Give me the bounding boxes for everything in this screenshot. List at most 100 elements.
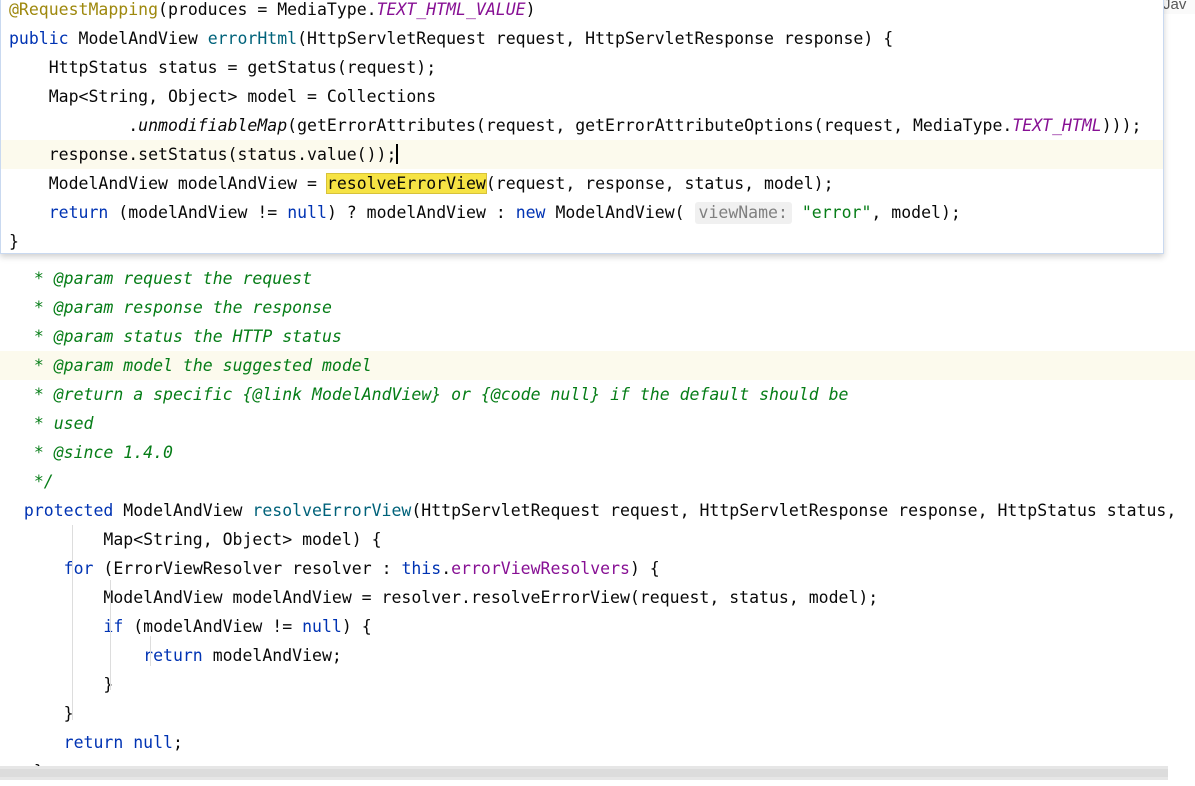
code-token: * <box>14 269 54 288</box>
code-text: .unmodifiableMap(getErrorAttributes(requ… <box>9 111 1141 140</box>
editor-line: * @param response the response <box>0 293 1195 322</box>
code-token: Map<String, Object> model = Collections <box>9 87 437 106</box>
code-token: HttpStatus status = getStatus(request); <box>9 58 437 77</box>
code-text: * @param request the request <box>14 264 312 293</box>
editor-line: ModelAndView modelAndView = resolver.res… <box>0 583 1195 612</box>
editor-line: } <box>0 670 1195 699</box>
code-text: @RequestMapping(produces = MediaType.TEX… <box>9 0 536 24</box>
code-token: (HttpServletRequest request, HttpServlet… <box>297 29 894 48</box>
parameter-hint: viewName: <box>694 202 792 224</box>
editor-line: * @return a specific {@link ModelAndView… <box>0 380 1195 409</box>
code-token: null <box>302 617 342 636</box>
code-token: "error" <box>791 203 872 222</box>
code-text: if (modelAndView != null) { <box>14 612 371 641</box>
code-token: if <box>103 617 134 636</box>
code-token: return <box>48 203 119 222</box>
code-text: } <box>9 227 19 253</box>
editor-line: * used <box>0 409 1195 438</box>
code-token: null <box>287 203 327 222</box>
indent-guide <box>72 525 73 720</box>
code-token: (getErrorAttributes(request, getErrorAtt… <box>287 116 1013 135</box>
code-token: response the response <box>113 298 332 317</box>
editor-line: * @param status the HTTP status <box>0 322 1195 351</box>
code-token: request the request <box>113 269 313 288</box>
code-token: * <box>14 443 54 462</box>
code-token: (produces = MediaType. <box>158 0 377 19</box>
code-token: ModelAndView <box>123 501 253 520</box>
code-token: ModelAndView <box>302 385 432 404</box>
code-token: Map<String, Object> model) { <box>14 530 382 549</box>
code-text: ModelAndView modelAndView = resolver.res… <box>14 583 878 612</box>
code-token: ) <box>525 0 536 19</box>
code-text: */ <box>14 467 54 496</box>
code-token: 1.4.0 <box>113 443 173 462</box>
code-text: } <box>14 699 74 728</box>
popup-line: response.setStatus(status.value()); <box>1 140 1163 169</box>
code-token: @code <box>490 385 541 404</box>
code-token[interactable]: errorHtml <box>208 29 297 48</box>
popup-line: ModelAndView modelAndView = resolveError… <box>1 169 1163 198</box>
code-token: @param <box>53 269 114 288</box>
editor-line: * @since 1.4.0 <box>0 438 1195 467</box>
horizontal-scrollbar[interactable] <box>0 766 1168 780</box>
code-token: ModelAndView <box>78 29 208 48</box>
code-token: */ <box>14 472 54 491</box>
code-token: } if the default should be <box>590 385 849 404</box>
code-token: . <box>9 116 139 135</box>
highlighted-reference[interactable]: resolveErrorView <box>325 173 487 194</box>
code-token: (modelAndView != <box>118 203 288 222</box>
code-token: status the HTTP status <box>113 327 342 346</box>
code-token: (ErrorViewResolver resolver : <box>103 559 402 578</box>
code-token: (request, response, status, model); <box>485 174 834 193</box>
editor-line: for (ErrorViewResolver resolver : this.e… <box>0 554 1195 583</box>
code-token: @param <box>53 298 114 317</box>
code-token: return null <box>63 733 173 752</box>
code-editor[interactable]: {@link ErrorViewResolver ErrorViewResolv… <box>0 0 1195 785</box>
editor-line: return null; <box>0 728 1195 757</box>
code-token: model the suggested model <box>113 356 372 375</box>
code-token: } <box>14 704 74 723</box>
popup-line: return (modelAndView != null) ? modelAnd… <box>1 198 1163 227</box>
code-token: ; <box>172 733 183 752</box>
code-text: * @since 1.4.0 <box>14 438 173 467</box>
code-token: public <box>9 29 79 48</box>
popup-line: @RequestMapping(produces = MediaType.TEX… <box>1 0 1163 24</box>
code-token: return <box>143 646 213 665</box>
code-token: @return <box>53 385 124 404</box>
code-token: @since <box>53 443 114 462</box>
code-token: TEXT_HTML_VALUE <box>376 0 526 19</box>
code-text: return modelAndView; <box>14 641 342 670</box>
code-token: (HttpServletRequest request, HttpServlet… <box>411 501 1177 520</box>
code-token: (modelAndView != <box>133 617 303 636</box>
code-token: unmodifiableMap <box>138 116 288 135</box>
code-text: response.setStatus(status.value()); <box>9 140 399 169</box>
code-token: * <box>14 327 54 346</box>
code-text: * @param response the response <box>14 293 332 322</box>
code-token: ))); <box>1101 116 1142 135</box>
code-token: ModelAndView modelAndView = resolver.res… <box>14 588 879 607</box>
code-token: ) ? modelAndView : <box>326 203 516 222</box>
editor-line: * @param request the request <box>0 264 1195 293</box>
editor-line: return modelAndView; <box>0 641 1195 670</box>
code-token: . <box>441 559 452 578</box>
indent-guide <box>110 580 111 690</box>
code-text: for (ErrorViewResolver resolver : this.e… <box>14 554 660 583</box>
code-token[interactable]: resolveErrorView <box>252 501 411 520</box>
code-token: * <box>14 385 54 404</box>
code-token: } <box>9 232 19 251</box>
code-text: return null; <box>14 728 183 757</box>
code-text: * @return a specific {@link ModelAndView… <box>14 380 849 409</box>
code-token: null <box>540 385 591 404</box>
code-token: * <box>14 356 54 375</box>
code-text: * @param status the HTTP status <box>14 322 342 351</box>
scrollbar-thumb[interactable] <box>0 769 1168 777</box>
popup-line: .unmodifiableMap(getErrorAttributes(requ… <box>1 111 1163 140</box>
code-text: Map<String, Object> model = Collections <box>9 82 436 111</box>
code-text: protected ModelAndView resolveErrorView(… <box>14 496 1176 525</box>
quick-definition-popup[interactable]: @RequestMapping(produces = MediaType.TEX… <box>0 0 1164 254</box>
code-token: ) { <box>629 559 660 578</box>
editor-line: * @param model the suggested model <box>0 351 1195 380</box>
